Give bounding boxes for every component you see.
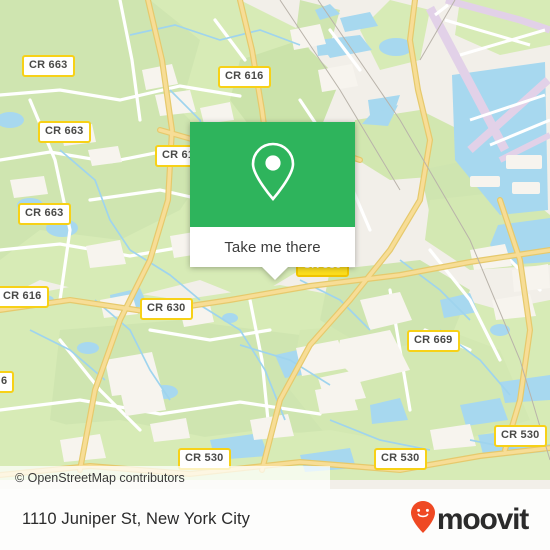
map-pin-icon <box>247 140 299 209</box>
road-shield: CR 530 <box>494 425 547 447</box>
map-screen: CR 663 CR 616 CR 663 CR 61 CR 663 CR 616… <box>0 0 550 550</box>
moovit-logo[interactable]: moovit <box>410 500 529 539</box>
road-shield: CR 669 <box>407 330 460 352</box>
callout-pin-panel <box>190 122 355 227</box>
map-attribution[interactable]: © OpenStreetMap contributors <box>0 466 330 489</box>
moovit-smiley-pin-icon <box>410 500 436 539</box>
attribution-text: © OpenStreetMap contributors <box>15 470 185 485</box>
road-shield: CR 630 <box>140 298 193 320</box>
take-me-there-label: Take me there <box>224 238 321 256</box>
road-shield: CR 663 <box>38 121 91 143</box>
road-shield: CR 530 <box>374 448 427 470</box>
road-shield: CR 616 <box>218 66 271 88</box>
road-shield: CR 663 <box>22 55 75 77</box>
callout-tail <box>262 267 288 280</box>
destination-callout[interactable]: Take me there <box>190 122 355 280</box>
address-label: 1110 Juniper St, New York City <box>22 510 251 528</box>
road-shield: CR 663 <box>18 203 71 225</box>
take-me-there-button[interactable]: Take me there <box>190 227 355 267</box>
road-shield: CR 616 <box>0 286 49 308</box>
footer-bar: 1110 Juniper St, New York City moovit <box>0 489 550 550</box>
moovit-wordmark: moovit <box>436 502 529 536</box>
road-shield: 6 <box>0 371 15 393</box>
